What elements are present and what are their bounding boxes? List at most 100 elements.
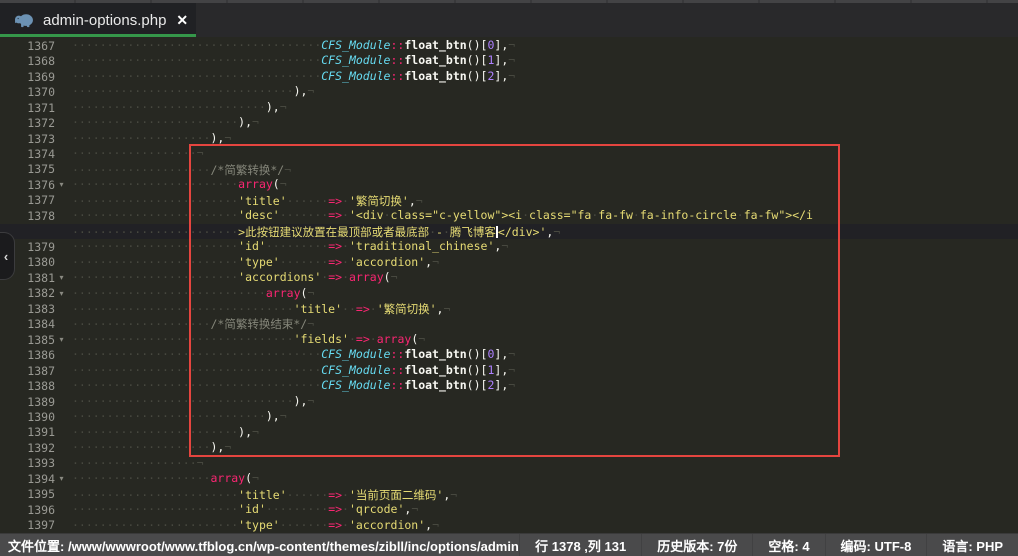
code-line: 1394▾····················array(¬ <box>0 471 1018 486</box>
code-line: 1371····························),¬ <box>0 100 1018 115</box>
line-number: 1379 <box>27 240 55 254</box>
code-text[interactable]: ························'title'······=>·… <box>68 487 457 502</box>
whitespace-dots: ···························· <box>72 409 266 423</box>
whitespace-dots: ························ <box>72 115 238 129</box>
eol-marker: ¬ <box>443 302 450 316</box>
code-line: 1388····································… <box>0 378 1018 393</box>
code-text[interactable]: ································),¬ <box>68 84 314 99</box>
fold-arrow-icon[interactable]: ▾ <box>55 332 68 347</box>
code-text[interactable]: ························'type'·······=>·… <box>68 518 439 533</box>
code-text[interactable]: ····································CFS_… <box>68 53 515 68</box>
gutter: 1367 <box>0 38 68 53</box>
fold-arrow-icon[interactable]: ▾ <box>55 177 68 192</box>
code-token: , <box>409 194 416 208</box>
code-editor[interactable]: 1367····································… <box>0 37 1018 533</box>
file-language[interactable]: 语言: PHP <box>926 534 1018 556</box>
eol-marker: ¬ <box>307 84 314 98</box>
code-text[interactable]: ····························),¬ <box>68 100 287 115</box>
code-text[interactable]: ····················array(¬ <box>68 471 259 486</box>
code-text[interactable]: ································'title'·… <box>68 301 450 316</box>
whitespace-dots: ···································· <box>72 38 321 52</box>
cursor-position[interactable]: 行 1378 ,列 131 <box>519 534 641 556</box>
code-line: 1384 ····················/*简繁转换结束*/¬ <box>0 316 1018 331</box>
code-text[interactable]: ························'desc'·······=>·… <box>68 208 813 223</box>
whitespace-dots: ························ <box>72 270 238 284</box>
line-number: 1393 <box>27 456 55 470</box>
whitespace-dots: · <box>633 208 640 222</box>
code-token: fa-fw"></i <box>744 208 813 222</box>
code-token: array <box>238 177 273 191</box>
fold-arrow-icon[interactable]: ▾ <box>55 471 68 486</box>
php-elephant-icon <box>14 13 34 28</box>
code-token: ()[ <box>467 69 488 83</box>
code-text[interactable]: ························>此按钮建议放置在最顶部或者最底… <box>68 224 560 239</box>
code-token: ], <box>494 378 508 392</box>
gutter: 1385▾ <box>0 332 68 347</box>
whitespace-dots: · <box>342 270 349 284</box>
gutter: 1391 <box>0 425 68 440</box>
line-number: 1384 <box>27 317 55 331</box>
line-number: 1373 <box>27 132 55 146</box>
eol-marker: ¬ <box>252 471 259 485</box>
eol-marker: ¬ <box>432 518 439 532</box>
code-text[interactable]: ····················/*简繁转换结束*/¬ <box>68 316 314 331</box>
code-line: 1378························'desc'······… <box>0 208 1018 223</box>
code-token: ()[ <box>467 347 488 361</box>
code-text[interactable]: ································),¬ <box>68 394 314 409</box>
code-text[interactable]: ··················¬ <box>68 456 204 471</box>
code-token: ], <box>494 363 508 377</box>
code-text[interactable]: ····························array(¬ <box>68 286 314 301</box>
code-text[interactable]: ························),¬ <box>68 425 259 440</box>
file-encoding[interactable]: 编码: UTF-8 <box>825 534 927 556</box>
code-text[interactable]: ························array(¬ <box>68 177 287 192</box>
whitespace-dots: ········· <box>266 239 328 253</box>
code-text[interactable]: ························'accordions'·=>·… <box>68 270 398 285</box>
indent-spaces[interactable]: 空格: 4 <box>752 534 824 556</box>
line-number: 1392 <box>27 441 55 455</box>
whitespace-dots: ························ <box>72 488 238 502</box>
code-line: 1372························),¬ <box>0 115 1018 130</box>
code-text[interactable]: ····································CFS_… <box>68 363 515 378</box>
line-number: 1396 <box>27 503 55 517</box>
line-number: 1370 <box>27 85 55 99</box>
file-tab[interactable]: admin-options.php ✕ <box>0 3 196 37</box>
gutter: 1376▾ <box>0 177 68 192</box>
code-text[interactable]: ························),¬ <box>68 115 259 130</box>
code-token: => <box>328 208 342 222</box>
gutter: 1389 <box>0 394 68 409</box>
code-token: 'id' <box>238 239 266 253</box>
code-text[interactable]: ························'id'·········=>·… <box>68 239 508 254</box>
whitespace-dots: ························ <box>72 177 238 191</box>
code-text[interactable]: ························'type'·······=>·… <box>68 255 439 270</box>
code-text[interactable]: ····················/*简繁转换*/¬ <box>68 162 291 177</box>
sidebar-collapse-handle[interactable]: ‹ <box>0 232 15 280</box>
code-text[interactable]: ····································CFS_… <box>68 69 515 84</box>
eol-marker: ¬ <box>508 347 515 361</box>
code-token: ], <box>494 53 508 67</box>
code-text[interactable]: ··················¬ <box>68 146 204 161</box>
close-icon[interactable]: ✕ <box>176 13 188 27</box>
history-versions[interactable]: 历史版本: 7份 <box>641 534 752 556</box>
whitespace-dots: ························ <box>72 194 238 208</box>
code-text[interactable]: ····················),¬ <box>68 131 231 146</box>
code-token: ( <box>245 471 252 485</box>
fold-arrow-icon[interactable]: ▾ <box>55 270 68 285</box>
code-text[interactable]: ································'fields'… <box>68 332 425 347</box>
fold-arrow-icon[interactable]: ▾ <box>55 286 68 301</box>
code-token: </div>' <box>498 225 546 239</box>
code-text[interactable]: ····································CFS_… <box>68 378 515 393</box>
code-text[interactable]: ····················),¬ <box>68 440 231 455</box>
code-text[interactable]: ····································CFS_… <box>68 38 515 53</box>
code-text[interactable]: ························'title'······=>·… <box>68 193 423 208</box>
code-text[interactable]: ····································CFS_… <box>68 347 515 362</box>
code-token: CFS_Module <box>321 38 390 52</box>
code-token: 腾飞博客 <box>450 225 496 239</box>
line-number: 1381 <box>27 271 55 285</box>
code-line: 1374··················¬ <box>0 146 1018 161</box>
code-line: 1387····································… <box>0 363 1018 378</box>
code-text[interactable]: ····························),¬ <box>68 409 287 424</box>
whitespace-dots: ································ <box>72 394 294 408</box>
code-text[interactable]: ························'id'·········=>·… <box>68 502 418 517</box>
line-number: 1391 <box>27 425 55 439</box>
code-token: array <box>349 270 384 284</box>
